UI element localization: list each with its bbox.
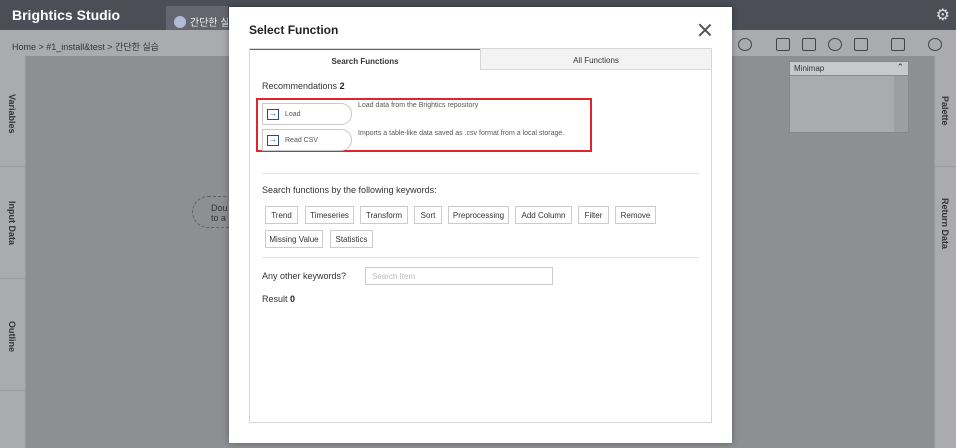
other-keywords-label: Any other keywords? [262,271,347,281]
function-item-read-csv[interactable]: → Read CSV [262,129,352,151]
project-tab-label: 간단한 실습 [190,18,228,29]
select-function-dialog: Select Function Search Functions All Fun… [229,7,732,443]
result-label: Result [262,294,288,304]
panel-return-data[interactable]: Return Data [940,198,950,249]
function-description: Imports a table-like data saved as .csv … [358,130,565,137]
panel-outline[interactable]: Outline [7,321,17,352]
panel-input-data[interactable]: Input Data [7,201,17,245]
redo-icon[interactable] [802,38,816,51]
search-input[interactable] [365,267,553,285]
tab-all-functions[interactable]: All Functions [480,49,711,70]
minimap-scrollbar[interactable] [894,76,908,132]
right-sidebar: Palette Return Data [934,56,956,448]
tab-search-functions[interactable]: Search Functions [250,49,480,70]
keyword-chip[interactable]: Add Column [515,206,572,224]
gear-icon[interactable]: ⚙ [936,5,950,25]
keyword-chip[interactable]: Filter [578,206,609,224]
keyword-chip[interactable]: Preprocessing [448,206,509,224]
function-item-load[interactable]: → Load [262,103,352,125]
minimap[interactable]: Minimap ⌃ [789,61,909,133]
keyword-chip[interactable]: Missing Value [265,230,323,248]
function-panel: Search Functions All Functions Recommend… [249,48,712,423]
undo-icon[interactable] [776,38,790,51]
left-sidebar: Variables Input Data Outline [0,56,26,448]
recommendations-highlight: → Load Load data from the Brightics repo… [256,98,592,152]
panel-palette[interactable]: Palette [940,96,950,126]
arrow-into-box-icon: → [267,109,279,120]
panel-variables[interactable]: Variables [7,94,17,134]
node-text-1: Dou [211,203,228,213]
minimap-header: Minimap ⌃ [790,62,908,76]
close-icon[interactable] [698,23,712,37]
node-text-2: to a [211,213,227,223]
breadcrumb[interactable]: Home > #1_install&test > 간단한 실습 [12,40,159,53]
keyword-chip[interactable]: Transform [360,206,408,224]
dialog-title: Select Function [249,23,339,37]
divider [0,390,25,391]
divider [262,173,699,174]
keywords-heading: Search functions by the following keywor… [262,185,437,195]
zoom-icon[interactable] [738,38,752,51]
function-label: Load [285,111,301,118]
refresh-icon[interactable] [828,38,842,51]
divider [935,166,956,167]
function-label: Read CSV [285,137,319,144]
result-heading: Result 0 [262,294,295,304]
run-icon[interactable] [928,38,942,51]
keyword-chip[interactable]: Sort [414,206,442,224]
function-description: Load data from the Brightics repository [358,102,479,109]
keyword-chip[interactable]: Trend [265,206,298,224]
function-tabs: Search Functions All Functions [250,49,711,70]
chevron-up-icon[interactable]: ⌃ [896,62,904,73]
clipboard-icon[interactable] [854,38,868,51]
app-title: Brightics Studio [12,7,121,23]
project-tab[interactable]: 간단한 실습 [166,6,228,30]
keyword-chip[interactable]: Remove [615,206,656,224]
result-count: 0 [290,294,296,304]
divider [262,257,699,258]
divider [0,166,25,167]
keyword-chip[interactable]: Timeseries [305,206,354,224]
calendar-icon[interactable] [891,38,905,51]
recommendations-count: 2 [339,81,345,91]
keyword-chip[interactable]: Statistics [330,230,373,248]
recommendations-heading: Recommendations 2 [262,81,345,91]
recommendations-label: Recommendations [262,81,338,91]
minimap-title: Minimap [794,64,825,73]
divider [0,278,25,279]
model-icon [174,16,186,28]
arrow-into-box-icon: → [267,135,279,146]
